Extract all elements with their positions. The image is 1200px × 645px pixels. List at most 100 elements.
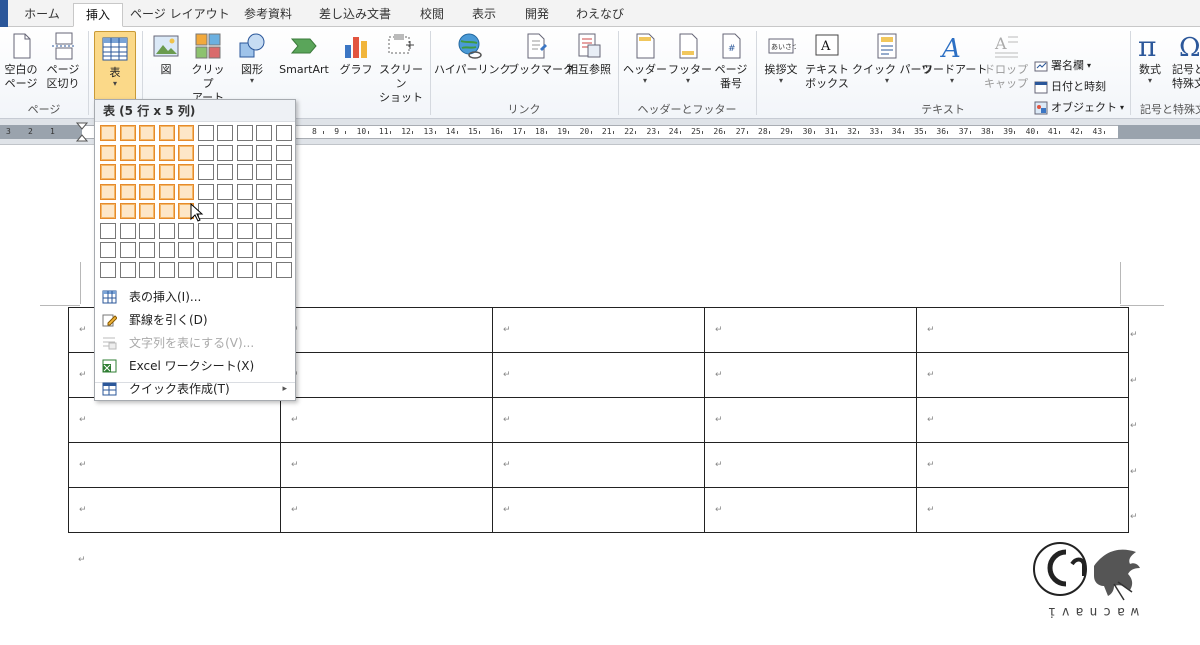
grid-cell[interactable]: [217, 222, 233, 239]
tab-references[interactable]: 参考資料: [236, 3, 300, 27]
grid-cell[interactable]: [197, 164, 214, 180]
file-tab[interactable]: [0, 0, 8, 27]
grid-cell[interactable]: [178, 125, 194, 141]
grid-cell[interactable]: [139, 125, 155, 141]
grid-cell[interactable]: [236, 125, 253, 141]
indent-marker-icon[interactable]: [76, 122, 88, 144]
grid-cell[interactable]: [197, 261, 214, 278]
table-cell[interactable]: ↵: [916, 307, 1129, 353]
crossref-button[interactable]: 相互参照: [564, 31, 614, 77]
grid-cell[interactable]: [275, 125, 292, 141]
table-cell[interactable]: ↵: [492, 307, 705, 353]
grid-cell[interactable]: [178, 164, 194, 180]
grid-cell[interactable]: [275, 164, 292, 180]
grid-cell[interactable]: [197, 242, 214, 258]
grid-cell[interactable]: [119, 125, 136, 141]
draw-table-item[interactable]: 罫線を引く(D): [95, 309, 295, 331]
grid-cell[interactable]: [217, 261, 233, 278]
tab-waenavi[interactable]: わえなび: [568, 3, 632, 27]
grid-cell[interactable]: [100, 203, 116, 219]
quick-tables-item[interactable]: クイック表作成(T) ▸: [95, 378, 295, 400]
grid-cell[interactable]: [275, 183, 292, 200]
table-cell[interactable]: ↵: [280, 487, 493, 533]
grid-cell[interactable]: [256, 125, 272, 141]
grid-cell[interactable]: [119, 144, 136, 161]
grid-cell[interactable]: [217, 203, 233, 219]
grid-cell[interactable]: [139, 183, 155, 200]
grid-cell[interactable]: [236, 222, 253, 239]
grid-cell[interactable]: [158, 183, 175, 200]
grid-cell[interactable]: [158, 164, 175, 180]
table-cell[interactable]: ↵: [68, 442, 281, 488]
grid-cell[interactable]: [256, 242, 272, 258]
tab-insert[interactable]: 挿入: [73, 3, 123, 27]
smartart-button[interactable]: SmartArt: [274, 31, 334, 77]
table-cell[interactable]: ↵: [280, 442, 493, 488]
blank-page-button[interactable]: 空白の ページ: [2, 31, 40, 91]
signature-line-button[interactable]: 署名欄 ▾: [1034, 58, 1091, 74]
table-cell[interactable]: ↵: [704, 442, 917, 488]
grid-cell[interactable]: [158, 144, 175, 161]
grid-cell[interactable]: [100, 183, 116, 200]
grid-cell[interactable]: [256, 164, 272, 180]
grid-cell[interactable]: [178, 242, 194, 258]
table-cell[interactable]: ↵: [492, 352, 705, 398]
grid-cell[interactable]: [100, 144, 116, 161]
screenshot-button[interactable]: スクリーン ショット: [376, 31, 426, 105]
grid-cell[interactable]: [100, 222, 116, 239]
header-button[interactable]: ヘッダー ▾: [622, 31, 668, 85]
grid-cell[interactable]: [100, 242, 116, 258]
grid-cell[interactable]: [275, 242, 292, 258]
grid-cell[interactable]: [217, 183, 233, 200]
grid-cell[interactable]: [217, 125, 233, 141]
grid-cell[interactable]: [275, 203, 292, 219]
page-break-button[interactable]: ページ 区切り: [44, 31, 82, 91]
hyperlink-button[interactable]: ハイパーリンク: [434, 31, 511, 77]
table-cell[interactable]: ↵: [704, 307, 917, 353]
grid-cell[interactable]: [178, 222, 194, 239]
table-cell[interactable]: ↵: [704, 487, 917, 533]
greeting-button[interactable]: あいさつ 挨拶文 ▾: [760, 31, 802, 85]
grid-cell[interactable]: [236, 203, 253, 219]
insert-table-item[interactable]: 表の挿入(I)...: [95, 286, 295, 308]
grid-cell[interactable]: [256, 222, 272, 239]
grid-cell[interactable]: [139, 144, 155, 161]
grid-cell[interactable]: [119, 164, 136, 180]
grid-cell[interactable]: [100, 261, 116, 278]
equation-button[interactable]: π 数式 ▾: [1134, 31, 1166, 85]
grid-cell[interactable]: [178, 183, 194, 200]
grid-cell[interactable]: [119, 203, 136, 219]
grid-cell[interactable]: [139, 242, 155, 258]
quickparts-button[interactable]: クイック パーツ ▾: [852, 31, 932, 85]
grid-cell[interactable]: [100, 125, 116, 141]
grid-cell[interactable]: [217, 242, 233, 258]
symbol-button[interactable]: Ω 記号と 特殊文字: [1172, 31, 1200, 91]
chart-button[interactable]: グラフ: [338, 31, 374, 77]
grid-cell[interactable]: [139, 222, 155, 239]
grid-cell[interactable]: [178, 144, 194, 161]
grid-cell[interactable]: [119, 261, 136, 278]
table-cell[interactable]: ↵: [280, 307, 493, 353]
grid-cell[interactable]: [256, 203, 272, 219]
grid-cell[interactable]: [158, 242, 175, 258]
footer-button[interactable]: フッター ▾: [668, 31, 712, 85]
table-cell[interactable]: ↵: [492, 397, 705, 443]
datetime-button[interactable]: 日付と時刻: [1034, 79, 1106, 95]
wordart-button[interactable]: A ワードアート ▾: [922, 31, 987, 85]
textbox-button[interactable]: A テキスト ボックス: [804, 31, 850, 91]
grid-cell[interactable]: [100, 164, 116, 180]
grid-cell[interactable]: [275, 261, 292, 278]
grid-cell[interactable]: [119, 222, 136, 239]
grid-cell[interactable]: [158, 125, 175, 141]
grid-cell[interactable]: [197, 144, 214, 161]
dropcap-button[interactable]: A ドロップ キャップ: [984, 31, 1028, 91]
page-number-button[interactable]: # ページ 番号: [710, 31, 752, 91]
grid-cell[interactable]: [178, 261, 194, 278]
tab-view[interactable]: 表示: [462, 3, 506, 27]
grid-cell[interactable]: [119, 183, 136, 200]
grid-cell[interactable]: [256, 144, 272, 161]
grid-cell[interactable]: [158, 261, 175, 278]
tab-page-layout[interactable]: ページ レイアウト: [130, 3, 230, 27]
grid-cell[interactable]: [139, 164, 155, 180]
grid-cell[interactable]: [236, 164, 253, 180]
